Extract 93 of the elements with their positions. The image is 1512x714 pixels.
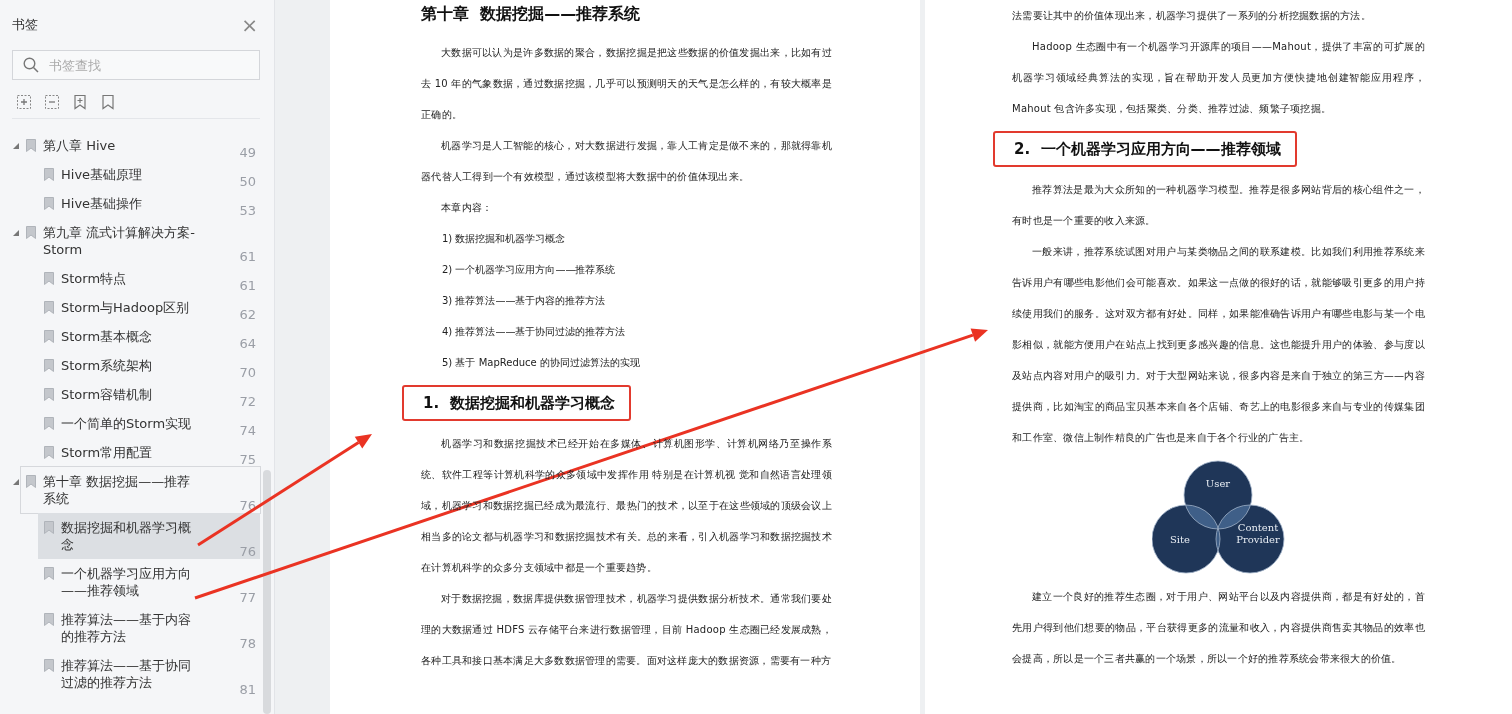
scrollbar[interactable] (263, 470, 271, 714)
expanded-triangle-icon[interactable] (12, 478, 20, 486)
bookmark-item[interactable]: Storm容错机制 72 (38, 380, 260, 409)
page-number: 70 (239, 365, 257, 380)
bookmark-title: 数据挖掘和机器学习概念 (61, 519, 192, 553)
bookmark-icon (44, 521, 54, 534)
bookmark-item[interactable]: 一个机器学习应用方向——推荐领域 77 (38, 559, 260, 605)
paragraph: 大数据可以认为是许多数据的聚合，数据挖掘是把这些数据的价值发掘出来，比如有过去 10 年的气象数据，通过数据挖掘，几乎可以预测明天的天气是怎么样的，有较大概率是正确的。 (421, 46, 832, 122)
bookmark-title: Hive基础操作 (61, 195, 144, 212)
bookmark-icon (44, 272, 54, 285)
page-number: 62 (239, 307, 257, 322)
bookmark-icon (44, 197, 54, 210)
bookmark-item[interactable]: Storm基本概念 64 (38, 322, 260, 351)
section-heading: 1. 数据挖掘和机器学习概念 (402, 385, 631, 421)
list-item: 4) 推荐算法——基于协同过滤的推荐方法 (441, 325, 627, 339)
list-item: 2) 一个机器学习应用方向——推荐系统 (441, 263, 617, 277)
bookmark-icon (44, 446, 54, 459)
chapter-title: 第十章 数据挖掘——推荐系统 (421, 3, 642, 25)
bookmark-item[interactable]: Storm特点 61 (38, 264, 260, 293)
bookmark-icon (44, 659, 54, 672)
bookmark-icon (44, 567, 54, 580)
bookmark-item[interactable]: 一个简单的Storm实现 74 (38, 409, 260, 438)
bookmark-item[interactable]: 数据挖掘和机器学习概念 76 (38, 513, 260, 559)
list-item: 1) 数据挖掘和机器学习概念 (441, 232, 567, 246)
search-icon (23, 57, 39, 73)
panel-title: 书签 (12, 16, 38, 34)
bookmark-title: Storm与Hadoop区别 (61, 299, 191, 316)
bookmark-item[interactable]: Storm常用配置 75 (38, 438, 260, 467)
bookmark-item[interactable]: Hive基础操作 53 (38, 189, 260, 218)
bookmark-title: 第九章 流式计算解决方案-Storm (43, 224, 196, 258)
paragraph: 建立一个良好的推荐生态圈，对于用户、网站平台以及内容提供商，都是有好处的，首先用户得到他们想要的物品，平台获得更多的流量和收入，内容提供商售卖其物品的效率也会提高，所以是一个三者共赢的一个场景，所以一个好的推荐系统会带来很大的价值。 (1012, 590, 1425, 666)
page-number: 50 (239, 174, 257, 189)
paragraph: 法需要让其中的价值体现出来，机器学习提供了一系列的分析挖掘数据的方法。 (1012, 9, 1372, 23)
expanded-triangle-icon[interactable] (12, 229, 20, 237)
paragraph: Hadoop 生态圈中有一个机器学习开源库的项目——Mahout，提供了丰富的可扩展的机器学习领域经典算法的实现，旨在帮助开发人员更加方便快捷地创建智能应用程序，Mahout 包含许多实现，包括聚类、分类、推荐过滤、频繁子项挖掘。 (1012, 40, 1425, 116)
bookmark-item[interactable]: 推荐算法——基于协同过滤的推荐方法 81 (38, 651, 260, 697)
bookmark-title: Storm系统架构 (61, 357, 154, 374)
bookmark-title: 推荐算法——基于内容的推荐方法 (61, 611, 192, 645)
bookmark-title: 第十章 数据挖掘——推荐系统 (43, 473, 192, 507)
bookmark-title: 一个机器学习应用方向——推荐领域 (61, 565, 192, 599)
page-number: 75 (239, 452, 257, 467)
page-number: 61 (239, 278, 257, 293)
bookmark-title: Hive基础原理 (61, 166, 144, 183)
bookmark-title: Storm特点 (61, 270, 128, 287)
expanded-triangle-icon[interactable] (12, 142, 20, 150)
page-number: 77 (239, 590, 257, 605)
page-number: 61 (239, 249, 257, 264)
bookmark-item[interactable]: 第九章 流式计算解决方案-Storm 61 (21, 218, 260, 264)
bookmark-item[interactable]: 推荐算法——基于内容的推荐方法 78 (38, 605, 260, 651)
bookmark-title: Storm常用配置 (61, 444, 154, 461)
bookmark-icon[interactable] (100, 94, 116, 110)
bookmark-title: Storm容错机制 (61, 386, 154, 403)
bookmark-icon (44, 613, 54, 626)
bookmark-item[interactable]: Storm系统架构 70 (38, 351, 260, 380)
page-number: 49 (239, 145, 257, 160)
paragraph: 本章内容： (440, 201, 494, 215)
diagram-label: User (1205, 478, 1230, 489)
bookmark-icon (26, 226, 36, 239)
bookmark-icon (44, 330, 54, 343)
list-item: 3) 推荐算法——基于内容的推荐方法 (441, 294, 607, 308)
diagram-label: Content Provider (1235, 522, 1280, 545)
add-bookmark-icon[interactable] (72, 94, 88, 110)
bookmark-icon (44, 388, 54, 401)
page-number: 72 (239, 394, 257, 409)
section-heading: 2. 一个机器学习应用方向——推荐领域 (993, 131, 1297, 167)
page-number: 76 (239, 544, 257, 559)
page-number: 53 (239, 203, 257, 218)
page-number: 64 (239, 336, 257, 351)
bookmark-title: 第八章 Hive (43, 137, 117, 154)
bookmark-icon (44, 417, 54, 430)
bookmark-icon (44, 168, 54, 181)
bookmark-icon (26, 475, 36, 488)
paragraph: 对于数据挖掘，数据库提供数据管理技术，机器学习提供数据分析技术。通常我们要处理的大数据通过 HDFS 云存储平台来进行数据管理，目前 Hadoop 生态圈已经发展成熟，各种工具和接口基本满足大多数数据管理的需要。面对这样庞大的数据资源，需要有一种方 (421, 592, 832, 668)
paragraph: 推荐算法是最为大众所知的一种机器学习模型。推荐是很多网站背后的核心组件之一，有时也是一个重要的收入来源。 (1012, 183, 1425, 228)
diagram-label: Site (1169, 534, 1190, 545)
search-field[interactable]: 书签查找 (12, 50, 260, 80)
bookmark-item[interactable]: 第八章 Hive 49 (21, 131, 260, 160)
bookmark-icon (44, 359, 54, 372)
page-number: 74 (239, 423, 257, 438)
page-number: 81 (239, 682, 257, 697)
bookmark-icon (26, 139, 36, 152)
paragraph: 一般来讲，推荐系统试图对用户与某类物品之间的联系建模。比如我们利用推荐系统来告诉用户有哪些电影他们会可能喜欢。如果这一点做的很好的话，就能够吸引更多的用户持续使用我们的服务。这对双方都有好处。同样，如果能准确告诉用户有哪些电影与某一个电影相似，就能方便用户在站点上找到更多感兴趣的信息。这也能提升用户的体验、参与度以及站点内容对用户的吸引力。对于大型网站来说，很多内容是来自于独立的第三方——内容提供商，比如淘宝的商品宝贝基本来自各个店铺、奇艺上的电影很多来自与专业的传媒集团和工作室、微信上制作精良的广告也是来自于各个行业的广告主。 (1012, 245, 1425, 445)
list-item: 5) 基于 MapReduce 的协同过滤算法的实现 (441, 356, 641, 370)
bookmark-title: 推荐算法——基于协同过滤的推荐方法 (61, 657, 192, 691)
bookmark-icon (44, 301, 54, 314)
collapse-all-icon[interactable] (44, 94, 60, 110)
bookmark-title: 一个简单的Storm实现 (61, 415, 193, 432)
bookmark-item[interactable]: Hive基础原理 50 (38, 160, 260, 189)
page-number: 78 (239, 636, 257, 651)
bookmark-title: Storm基本概念 (61, 328, 154, 345)
expand-all-icon[interactable] (16, 94, 32, 110)
bookmark-item[interactable]: Storm与Hadoop区别 62 (38, 293, 260, 322)
paragraph: 机器学习是人工智能的核心，对大数据进行发掘，靠人工肯定是做不来的，那就得靠机器代替人工得到一个有效模型，通过该模型将大数据中的价值体现出来。 (421, 139, 832, 184)
